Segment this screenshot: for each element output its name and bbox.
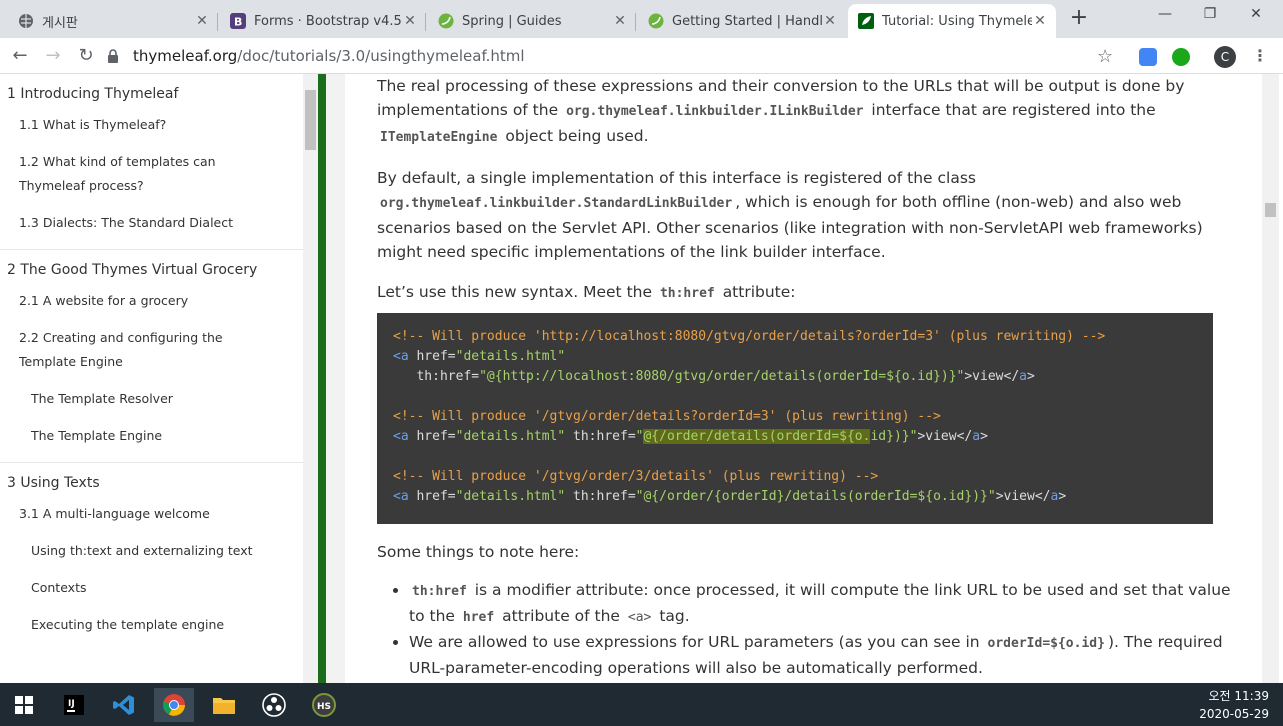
- toc-item[interactable]: 1.1 What is Thymeleaf?: [0, 113, 303, 137]
- new-tab-button[interactable]: +: [1068, 7, 1090, 30]
- close-icon[interactable]: ✕: [612, 13, 628, 29]
- toc-sidebar: 1 Introducing Thymeleaf 1.1 What is Thym…: [0, 74, 303, 683]
- notes-list: th:href is a modifier attribute: once pr…: [377, 578, 1245, 680]
- tab-strip: 게시판 ✕ B Forms · Bootstrap v4.5 ✕ Spring …: [0, 0, 1283, 38]
- close-icon[interactable]: ✕: [1032, 13, 1048, 29]
- toc-item[interactable]: 2.2 Creating and configuring the Templat…: [0, 326, 303, 374]
- sidebar-divider: [318, 74, 326, 683]
- text-selection-highlight: @{/order/details(orderId=${o.: [643, 429, 871, 444]
- intellij-icon[interactable]: IJ: [54, 688, 94, 722]
- paragraph: Some things to note here:: [377, 543, 580, 561]
- close-icon[interactable]: ✕: [822, 13, 838, 29]
- toc-item[interactable]: Using th:text and externalizing text: [0, 539, 303, 563]
- file-explorer-icon[interactable]: [204, 688, 244, 722]
- code-block: <!-- Will produce 'http://localhost:8080…: [377, 313, 1213, 524]
- toc-item[interactable]: The Template Resolver: [0, 387, 303, 411]
- obs-icon[interactable]: [254, 688, 294, 722]
- toc-heading[interactable]: 3 Using Texts: [0, 472, 303, 494]
- close-icon[interactable]: ✕: [402, 13, 418, 29]
- reload-button[interactable]: ↻: [74, 44, 98, 68]
- main-content: The real processing of these expressions…: [345, 74, 1262, 683]
- list-item: th:href is a modifier attribute: once pr…: [409, 578, 1245, 630]
- list-item: We are allowed to use expressions for UR…: [409, 630, 1245, 680]
- paragraph: Let’s use this new syntax. Meet the th:h…: [377, 283, 796, 301]
- svg-text:B: B: [234, 16, 242, 29]
- close-window-button[interactable]: ✕: [1241, 6, 1271, 28]
- toc-section: 3 Using Texts 3.1 A multi-language welco…: [0, 463, 303, 660]
- tab-thymeleaf-tutorial[interactable]: Tutorial: Using Thymeleaf ✕: [848, 4, 1056, 38]
- tab-getting-started[interactable]: Getting Started | Handling ✕: [638, 4, 846, 38]
- inline-code: th:href: [659, 286, 715, 301]
- minimize-button[interactable]: —: [1150, 6, 1180, 28]
- thymeleaf-icon: [858, 13, 874, 29]
- paragraph: By default, a single implementation of t…: [377, 169, 1203, 261]
- windows-start-icon[interactable]: [4, 688, 44, 722]
- toc-item[interactable]: The Template Engine: [0, 424, 303, 448]
- address-bar[interactable]: thymeleaf.org/doc/tutorials/3.0/usingthy…: [107, 42, 1127, 70]
- vscode-icon[interactable]: [104, 688, 144, 722]
- tab-spring-guides[interactable]: Spring | Guides ✕: [428, 4, 636, 38]
- windows-taskbar: IJ HS 오전 11:39 2020-05-29: [0, 683, 1283, 726]
- toc-item[interactable]: Contexts: [0, 576, 303, 600]
- hs-app-icon[interactable]: HS: [304, 688, 344, 722]
- chrome-icon[interactable]: [154, 688, 194, 722]
- paragraph: The real processing of these expressions…: [377, 77, 1185, 145]
- translate-extension-icon[interactable]: [1139, 48, 1157, 66]
- page-scrollbar[interactable]: [1262, 74, 1279, 683]
- content-gutter: [326, 74, 345, 683]
- inline-code: org.thymeleaf.linkbuilder.StandardLinkBu…: [380, 196, 733, 211]
- inline-code: th:href: [412, 584, 467, 599]
- bookmark-star-icon[interactable]: ☆: [1097, 46, 1113, 67]
- toc-item[interactable]: Executing the template engine: [0, 613, 303, 637]
- system-clock[interactable]: 오전 11:39 2020-05-29: [1199, 687, 1269, 723]
- sidebar-scrollbar-thumb[interactable]: [305, 90, 316, 150]
- back-button[interactable]: ←: [8, 44, 32, 68]
- profile-avatar[interactable]: C: [1214, 46, 1236, 68]
- sidebar-scrollbar[interactable]: [303, 74, 318, 683]
- inline-code: orderId=${o.id}: [987, 636, 1105, 651]
- bootstrap-icon: B: [230, 13, 246, 29]
- toc-heading[interactable]: 1 Introducing Thymeleaf: [0, 83, 303, 105]
- browser-toolbar: ← → ↻ thymeleaf.org/doc/tutorials/3.0/us…: [0, 38, 1283, 74]
- close-icon[interactable]: ✕: [194, 13, 210, 29]
- toc-item[interactable]: 1.3 Dialects: The Standard Dialect: [0, 211, 303, 235]
- menu-kebab-icon[interactable]: ⋮: [1252, 46, 1268, 65]
- toc-section: 1 Introducing Thymeleaf 1.1 What is Thym…: [0, 74, 303, 250]
- spring-icon: [648, 13, 664, 29]
- inline-code: href: [462, 610, 495, 625]
- lock-icon: [107, 49, 121, 63]
- tab-bootstrap-forms[interactable]: B Forms · Bootstrap v4.5 ✕: [220, 4, 426, 38]
- page-scrollbar-thumb[interactable]: [1265, 203, 1276, 217]
- toc-item[interactable]: 1.2 What kind of templates can Thymeleaf…: [0, 150, 303, 198]
- toc-item[interactable]: 3.1 A multi-language welcome: [0, 502, 303, 526]
- inline-code: org.thymeleaf.linkbuilder.ILinkBuilder: [566, 104, 864, 119]
- extension-icon[interactable]: [1172, 48, 1190, 66]
- svg-text:IJ: IJ: [68, 699, 75, 709]
- toc-section: 2 The Good Thymes Virtual Grocery 2.1 A …: [0, 250, 303, 463]
- toc-item[interactable]: 2.1 A website for a grocery: [0, 289, 303, 313]
- forward-button[interactable]: →: [41, 44, 65, 68]
- toc-heading[interactable]: 2 The Good Thymes Virtual Grocery: [0, 259, 303, 281]
- restore-button[interactable]: ❐: [1195, 6, 1225, 28]
- inline-code: <a>: [627, 610, 652, 625]
- inline-code: ITemplateEngine: [380, 130, 498, 145]
- spring-icon: [438, 13, 454, 29]
- globe-icon: [18, 13, 34, 29]
- tab-board[interactable]: 게시판 ✕: [8, 4, 218, 38]
- svg-text:HS: HS: [317, 702, 331, 712]
